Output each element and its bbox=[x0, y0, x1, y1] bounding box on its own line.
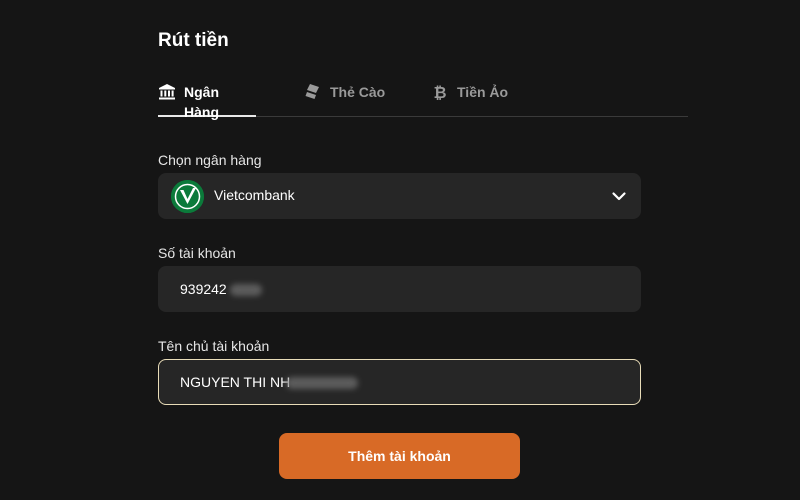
bitcoin-icon: ₿ bbox=[431, 83, 449, 101]
account-number-label: Số tài khoản bbox=[158, 245, 236, 261]
page-title: Rút tiền bbox=[158, 30, 229, 51]
bank-select[interactable]: Vietcombank bbox=[158, 173, 641, 219]
redacted-blur bbox=[286, 377, 358, 389]
vietcombank-logo-icon bbox=[171, 180, 204, 213]
tab-card-label: Thẻ Cào bbox=[330, 84, 386, 100]
withdraw-panel: Rút tiền Ngân Hàng Thẻ Cào ₿ Tiền Ảo Chọ… bbox=[158, 0, 688, 500]
tab-bank-label: Ngân Hàng bbox=[184, 84, 219, 120]
bank-select-value: Vietcombank bbox=[214, 187, 295, 203]
add-account-button[interactable]: Thêm tài khoản bbox=[279, 433, 520, 479]
account-name-label: Tên chủ tài khoản bbox=[158, 338, 270, 354]
tab-scratch-card[interactable]: Thẻ Cào bbox=[304, 82, 385, 117]
bank-icon bbox=[158, 83, 176, 101]
tab-crypto[interactable]: ₿ Tiền Ảo bbox=[431, 82, 508, 117]
tab-crypto-label: Tiền Ảo bbox=[457, 84, 509, 100]
tab-bank[interactable]: Ngân Hàng bbox=[158, 82, 256, 120]
account-name-input[interactable] bbox=[158, 359, 641, 405]
bank-select-label: Chọn ngân hàng bbox=[158, 152, 262, 168]
redacted-blur bbox=[230, 284, 262, 296]
card-stack-icon bbox=[304, 83, 322, 101]
chevron-down-icon bbox=[611, 188, 627, 204]
svg-text:₿: ₿ bbox=[433, 83, 446, 101]
payment-tabs: Ngân Hàng Thẻ Cào ₿ Tiền Ảo bbox=[158, 78, 688, 120]
